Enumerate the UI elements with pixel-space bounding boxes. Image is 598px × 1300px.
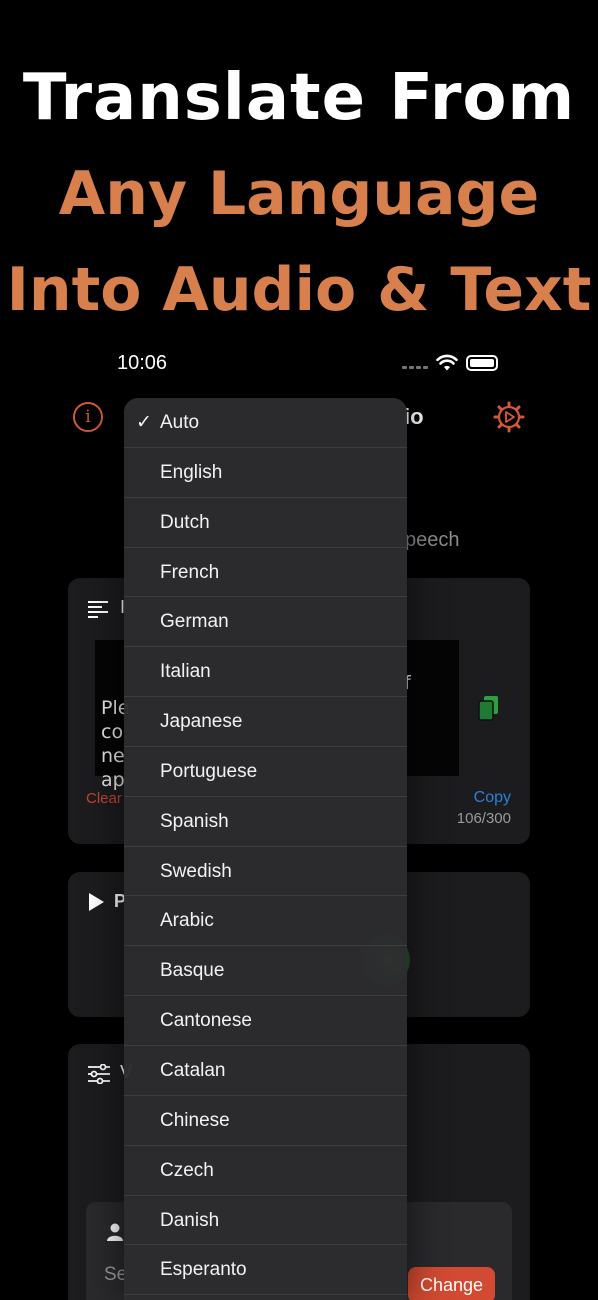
language-option-czech[interactable]: Czech <box>124 1146 407 1196</box>
segment-speech-label[interactable]: peech <box>405 529 460 552</box>
promo-line-3: Into Audio & Text <box>6 255 592 325</box>
language-option-swedish[interactable]: Swedish <box>124 847 407 897</box>
info-icon[interactable]: i <box>73 402 103 432</box>
language-option-chinese[interactable]: Chinese <box>124 1096 407 1146</box>
person-icon <box>107 1223 123 1241</box>
language-option-portuguese[interactable]: Portuguese <box>124 747 407 797</box>
character-count: 106/300 <box>456 810 511 827</box>
language-option-auto[interactable]: ✓ Auto <box>124 398 407 448</box>
language-option-cantonese[interactable]: Cantonese <box>124 996 407 1046</box>
play-icon[interactable] <box>89 893 104 911</box>
wifi-icon <box>436 354 458 371</box>
language-option-arabic[interactable]: Arabic <box>124 896 407 947</box>
clear-button[interactable]: Clear <box>86 790 122 807</box>
change-voice-button[interactable]: Change <box>408 1267 495 1300</box>
language-option-english[interactable]: English <box>124 448 407 498</box>
promo-line-2: Any Language <box>58 159 540 229</box>
copy-icon[interactable] <box>478 695 500 721</box>
language-option-dutch[interactable]: Dutch <box>124 498 407 548</box>
promo-line-1: Translate From <box>22 61 576 135</box>
cellular-dots-icon <box>402 360 428 369</box>
battery-icon <box>466 355 498 371</box>
status-icons <box>402 354 498 372</box>
language-option-danish[interactable]: Danish <box>124 1196 407 1246</box>
language-option-italian[interactable]: Italian <box>124 647 407 698</box>
language-option-spanish[interactable]: Spanish <box>124 797 407 847</box>
promo-headline: Translate From Any Language Into Audio &… <box>0 50 598 338</box>
language-option-basque[interactable]: Basque <box>124 946 407 997</box>
language-option-catalan[interactable]: Catalan <box>124 1046 407 1096</box>
language-option-german[interactable]: German <box>124 597 407 648</box>
copy-button[interactable]: Copy <box>474 789 511 807</box>
language-option-japanese[interactable]: Japanese <box>124 697 407 747</box>
language-option-french[interactable]: French <box>124 548 407 598</box>
settings-gear-icon[interactable] <box>493 401 525 433</box>
language-option-esperanto[interactable]: Esperanto <box>124 1245 407 1296</box>
checkmark-icon: ✓ <box>136 412 152 433</box>
text-lines-icon <box>88 601 108 618</box>
status-time: 10:06 <box>117 352 168 374</box>
sliders-icon <box>88 1064 110 1084</box>
language-dropdown-menu[interactable]: ✓ Auto English Dutch French German Itali… <box>124 398 407 1300</box>
